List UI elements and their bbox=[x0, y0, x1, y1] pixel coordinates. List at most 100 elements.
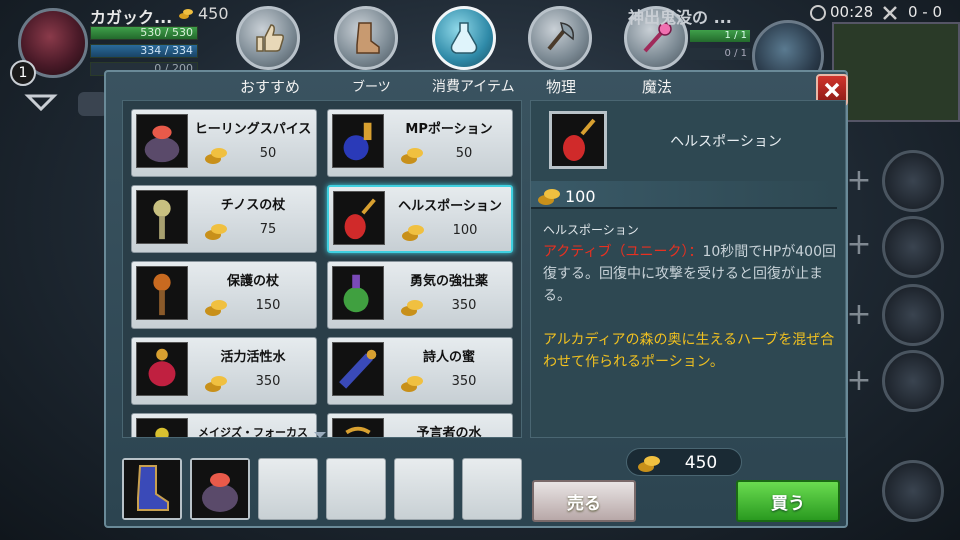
gold-coin-icon bbox=[401, 148, 423, 164]
gold-coin-icon bbox=[205, 376, 227, 392]
item-list[interactable]: ヒーリングスパイス 50 MPポーション 50 チノスの杖 75 ヘルスポーショ… bbox=[122, 100, 522, 438]
boots-icon bbox=[356, 22, 380, 54]
detail-active-description: アクティブ（ユニーク）：10秒間でHPが400回復する。回復中に攻撃を受けると回… bbox=[543, 241, 837, 307]
item-name: 活力活性水 bbox=[220, 350, 286, 365]
protection-staff-icon bbox=[136, 266, 188, 320]
boots-icon bbox=[124, 460, 180, 518]
item-price: 75 bbox=[259, 222, 277, 237]
item-price: 50 bbox=[259, 146, 277, 161]
detail-item-name: ヘルスポーション bbox=[670, 134, 782, 150]
prophet-water-icon bbox=[332, 418, 384, 437]
item-card-prophet-water[interactable]: 予言者の水 bbox=[327, 413, 513, 438]
tab-recommended-icon[interactable] bbox=[236, 6, 300, 70]
inventory-slot-3[interactable] bbox=[258, 458, 318, 520]
item-name: メイジズ・フォーカス bbox=[198, 426, 308, 438]
item-price: 150 bbox=[255, 298, 281, 313]
inventory-slot-1[interactable] bbox=[122, 458, 182, 520]
tab-magic[interactable]: 魔法 bbox=[642, 76, 672, 97]
gold-coin-icon bbox=[205, 224, 227, 240]
inventory-slot-2[interactable] bbox=[190, 458, 250, 520]
mages-focus-icon bbox=[136, 418, 188, 437]
gold-coin-icon bbox=[638, 456, 660, 472]
tab-recommended[interactable]: おすすめ bbox=[240, 76, 300, 97]
gold-total-amount: 450 bbox=[684, 453, 718, 473]
enemy-hp-bar: 1 / 1 bbox=[690, 30, 750, 42]
health-potion-icon bbox=[333, 191, 385, 245]
item-card-poet-nectar[interactable]: 詩人の蜜 350 bbox=[327, 337, 513, 405]
sell-button[interactable]: 売る bbox=[532, 480, 636, 522]
skill-upgrade-plus-icon[interactable]: + bbox=[844, 230, 874, 260]
crossed-swords-icon bbox=[883, 6, 897, 20]
tab-physical[interactable]: 物理 bbox=[546, 76, 576, 97]
item-name: チノスの杖 bbox=[220, 198, 286, 213]
gold-total: 450 bbox=[626, 448, 742, 476]
item-card-courage-tonic[interactable]: 勇気の強壮薬 350 bbox=[327, 261, 513, 329]
detail-lore-text: アルカディアの森の奥に生えるハーブを混ぜ合わせて作られるポーション。 bbox=[543, 332, 835, 370]
skill-upgrade-plus-icon[interactable]: + bbox=[844, 366, 874, 396]
detail-item-price: 100 bbox=[565, 187, 596, 206]
health-potion-icon bbox=[549, 111, 607, 169]
skill-button-4[interactable] bbox=[882, 350, 944, 412]
item-name: 予言者の水 bbox=[416, 426, 482, 438]
item-price: 350 bbox=[255, 374, 281, 389]
item-shop-panel: おすすめ ブーツ 消費アイテム 物理 魔法 ヒーリングスパイス 50 MPポーシ… bbox=[104, 70, 848, 528]
tab-consumables[interactable]: 消費アイテム bbox=[432, 76, 515, 96]
gold-coin-icon bbox=[205, 148, 227, 164]
skill-button-3[interactable] bbox=[882, 284, 944, 346]
recall-button[interactable] bbox=[882, 460, 944, 522]
inventory-slot-5[interactable] bbox=[394, 458, 454, 520]
item-detail-panel: ヘルスポーション 100 ヘルスポーション アクティブ（ユニーク）：10秒間でH… bbox=[530, 100, 846, 438]
poet-nectar-icon bbox=[332, 342, 384, 396]
item-price: 100 bbox=[452, 223, 478, 238]
player-gold: 450 bbox=[198, 4, 229, 23]
item-name: 勇気の強壮薬 bbox=[409, 274, 488, 289]
skill-button-2[interactable] bbox=[882, 216, 944, 278]
close-icon bbox=[824, 82, 840, 98]
enemy-name: 神出鬼没の ... bbox=[628, 8, 732, 27]
item-card-mp-potion[interactable]: MPポーション 50 bbox=[327, 109, 513, 177]
gold-coin-icon bbox=[402, 225, 424, 241]
item-name: 保護の杖 bbox=[226, 274, 279, 289]
potion-flask-icon bbox=[450, 22, 478, 54]
tab-physical-icon[interactable] bbox=[528, 6, 592, 70]
skill-upgrade-plus-icon[interactable]: + bbox=[844, 300, 874, 330]
thumbs-up-icon bbox=[256, 24, 284, 52]
gold-coin-icon bbox=[179, 9, 193, 19]
scroll-down-indicator-icon bbox=[314, 432, 326, 438]
player-hp-bar: 530 / 530 bbox=[90, 26, 198, 40]
item-card-mages-focus[interactable]: メイジズ・フォーカス bbox=[131, 413, 317, 438]
tab-consumables-icon[interactable] bbox=[432, 6, 496, 70]
enemy-mp-bar: 0 / 1 bbox=[690, 48, 750, 60]
gold-coin-icon bbox=[401, 300, 423, 316]
buy-button[interactable]: 買う bbox=[736, 480, 840, 522]
tab-boots[interactable]: ブーツ bbox=[352, 76, 391, 95]
item-price: 350 bbox=[451, 298, 477, 313]
item-card-vitality-water[interactable]: 活力活性水 350 bbox=[131, 337, 317, 405]
spice-pot-icon bbox=[192, 460, 248, 518]
item-price: 50 bbox=[455, 146, 473, 161]
item-card-chinos-staff[interactable]: チノスの杖 75 bbox=[131, 185, 317, 253]
gold-coin-icon bbox=[205, 300, 227, 316]
item-card-protection-staff[interactable]: 保護の杖 150 bbox=[131, 261, 317, 329]
player-name: カガック... bbox=[90, 8, 173, 27]
skill-upgrade-plus-icon[interactable]: + bbox=[844, 166, 874, 196]
player-level-badge: 1 bbox=[10, 60, 36, 86]
minimap[interactable] bbox=[832, 22, 960, 122]
item-card-health-potion[interactable]: ヘルスポーション 100 bbox=[327, 185, 513, 253]
item-name: ヘルスポーション bbox=[398, 199, 502, 214]
chevron-down-icon[interactable] bbox=[24, 92, 58, 112]
gold-coin-icon bbox=[538, 189, 560, 205]
inventory-slot-6[interactable] bbox=[462, 458, 522, 520]
active-label: アクティブ（ユニーク）： bbox=[543, 244, 703, 260]
vitality-water-icon bbox=[136, 342, 188, 396]
courage-tonic-icon bbox=[332, 266, 384, 320]
inventory-slot-4[interactable] bbox=[326, 458, 386, 520]
tab-boots-icon[interactable] bbox=[334, 6, 398, 70]
item-name: 詩人の蜜 bbox=[422, 350, 475, 365]
detail-item-subtitle: ヘルスポーション bbox=[543, 223, 639, 237]
eye-staff-icon bbox=[136, 190, 188, 244]
skill-button-1[interactable] bbox=[882, 150, 944, 212]
axe-icon bbox=[547, 22, 574, 51]
item-name: MPポーション bbox=[405, 122, 493, 137]
item-card-healing-spice[interactable]: ヒーリングスパイス 50 bbox=[131, 109, 317, 177]
